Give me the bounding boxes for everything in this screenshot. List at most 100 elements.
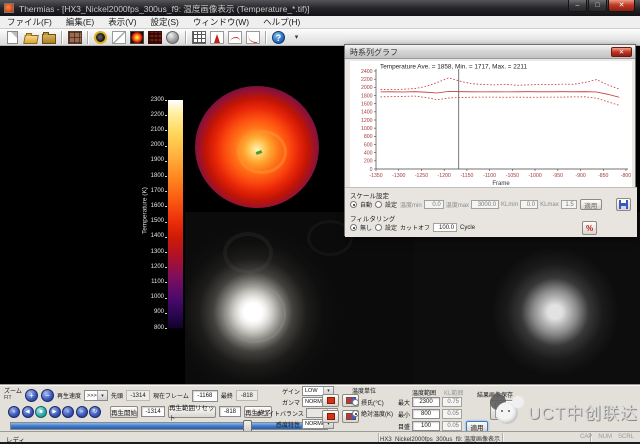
last-frame-value: -818 bbox=[236, 390, 258, 401]
step-back-button[interactable]: ◀ bbox=[22, 406, 34, 418]
skip-start-button[interactable]: « bbox=[8, 406, 20, 418]
scale-manual-label: 設定 bbox=[385, 200, 397, 209]
svg-text:2000: 2000 bbox=[361, 85, 373, 91]
scale-field-input[interactable]: 3000.0 bbox=[471, 200, 499, 209]
colorbar-label: Temperature (K) bbox=[142, 131, 151, 291]
menu-bar: ファイル(F)編集(E)表示(V)設定(S)ウィンドウ(W)ヘルプ(H) bbox=[0, 16, 640, 29]
new-file-icon[interactable] bbox=[4, 30, 21, 45]
svg-text:400: 400 bbox=[364, 150, 373, 156]
scale-field-label: KLmin bbox=[501, 202, 518, 208]
lens-icon[interactable] bbox=[92, 30, 109, 45]
svg-text:1600: 1600 bbox=[361, 101, 373, 107]
filter-set-radio[interactable] bbox=[375, 224, 382, 231]
camera-setting-label: ガンマ bbox=[256, 398, 302, 407]
minimize-button[interactable]: – bbox=[568, 0, 587, 12]
range-reset-button[interactable]: 再生範囲リセット bbox=[168, 406, 216, 418]
window-title: Thermias - [HX3_Nickel2000fps_300us_f9: … bbox=[19, 3, 310, 15]
menu-item[interactable]: ウィンドウ(W) bbox=[186, 16, 256, 28]
first-frame-value: -1314 bbox=[126, 390, 150, 401]
menu-item[interactable]: 編集(E) bbox=[59, 16, 101, 28]
filter-icon-button[interactable]: % bbox=[582, 221, 597, 235]
stop-button[interactable]: ■ bbox=[35, 406, 47, 418]
menu-item[interactable]: 設定(S) bbox=[144, 16, 186, 28]
sphere-icon bbox=[166, 31, 179, 44]
filter-none-radio[interactable] bbox=[350, 224, 357, 231]
step-forward-button[interactable]: › bbox=[62, 406, 74, 418]
series-ave-line bbox=[381, 91, 620, 97]
app-icon bbox=[4, 3, 14, 13]
toolbar-options-caret: ▾ bbox=[293, 31, 301, 44]
close-button[interactable]: ✕ bbox=[608, 0, 635, 12]
scale-field-input[interactable]: 0.0 bbox=[520, 200, 538, 209]
thermal-image-icon[interactable] bbox=[128, 30, 145, 45]
camera-setting-label: ホワイトバランス bbox=[256, 409, 306, 418]
svg-text:-1150: -1150 bbox=[460, 173, 473, 179]
sphere-icon[interactable] bbox=[164, 30, 181, 45]
loop-button[interactable]: ↻ bbox=[89, 406, 101, 418]
watermark-logo-ear bbox=[512, 396, 524, 408]
svg-text:2200: 2200 bbox=[361, 77, 373, 83]
play-button[interactable]: ▶ bbox=[49, 406, 61, 418]
graph-window-titlebar[interactable]: 時系列グラフ ✕ bbox=[345, 45, 635, 59]
toolbar-options-caret[interactable]: ▾ bbox=[288, 30, 305, 45]
colorbar-tick-label: 900 bbox=[138, 309, 164, 315]
line-chart-icon[interactable] bbox=[226, 30, 243, 45]
maximize-button[interactable]: □ bbox=[588, 0, 607, 12]
play-speed-dropdown[interactable]: >>> bbox=[84, 390, 108, 401]
kl-目盛-field: 0.05 bbox=[442, 421, 462, 431]
play-start-button[interactable]: 再生開始 bbox=[110, 406, 138, 418]
play-end-input[interactable]: -818 bbox=[219, 406, 241, 417]
display-red-button-bottom[interactable] bbox=[322, 410, 339, 423]
scale-manual-radio[interactable] bbox=[375, 201, 382, 208]
skip-end-button[interactable]: » bbox=[76, 406, 88, 418]
colorbar-tick bbox=[165, 282, 167, 283]
temp-目盛-input[interactable]: 100 bbox=[412, 421, 440, 431]
pattern-icon[interactable] bbox=[146, 30, 163, 45]
play-speed-label: 再生速度 bbox=[57, 391, 81, 400]
temperature-chart[interactable]: 0200400600800100012001400160018002000220… bbox=[350, 61, 632, 187]
colorbar-tick bbox=[165, 298, 167, 299]
play-start-input[interactable]: -1314 bbox=[141, 406, 165, 417]
cutoff-label: カットオフ bbox=[400, 223, 430, 232]
kl-range-header: KL範囲 bbox=[444, 388, 463, 397]
first-frame-label: 先頭 bbox=[111, 391, 123, 400]
image-icon[interactable] bbox=[110, 30, 127, 45]
temp-最小-input[interactable]: 800 bbox=[412, 409, 440, 419]
menu-item[interactable]: ファイル(F) bbox=[0, 16, 59, 28]
folder-icon[interactable] bbox=[40, 30, 57, 45]
curve-chart-icon[interactable] bbox=[244, 30, 261, 45]
histogram-icon[interactable] bbox=[208, 30, 225, 45]
temp-最大-input[interactable]: 2300 bbox=[412, 397, 440, 407]
current-frame-input[interactable]: -1168 bbox=[192, 390, 218, 402]
toolbar-separator bbox=[87, 31, 89, 44]
histogram-icon bbox=[210, 31, 224, 44]
graph-window-close-button[interactable]: ✕ bbox=[611, 47, 632, 57]
help-icon[interactable]: ? bbox=[270, 30, 287, 45]
scale-auto-radio[interactable] bbox=[350, 201, 357, 208]
cutoff-input[interactable]: 100.0 bbox=[433, 223, 457, 232]
scale-field-input[interactable]: 1.5 bbox=[561, 200, 577, 209]
lock-flag-scrl: SCRL bbox=[618, 434, 634, 440]
menu-item[interactable]: 表示(V) bbox=[101, 16, 143, 28]
film-sequence-icon[interactable] bbox=[66, 30, 83, 45]
scale-field-label: 温度max bbox=[446, 200, 469, 209]
grid-table-icon[interactable] bbox=[190, 30, 207, 45]
toolbar-separator bbox=[185, 31, 187, 44]
display-red-button-top[interactable] bbox=[322, 394, 339, 407]
thermal-image-view[interactable] bbox=[195, 86, 319, 208]
open-folder-icon[interactable] bbox=[22, 30, 39, 45]
zoom-in-button[interactable]: + bbox=[25, 389, 38, 402]
colorbar-tick bbox=[165, 191, 167, 192]
last-frame-label: 最終 bbox=[221, 391, 233, 400]
scale-apply-button[interactable]: 適用 bbox=[580, 199, 602, 210]
svg-text:1400: 1400 bbox=[361, 110, 373, 116]
menu-item[interactable]: ヘルプ(H) bbox=[256, 16, 307, 28]
grayscale-camera-view-right[interactable] bbox=[415, 212, 640, 384]
grayscale-camera-view-left[interactable] bbox=[185, 212, 415, 384]
status-bar: レディ HX3_Nickel2000fps_300us_f9: 温度画像表示 C… bbox=[0, 431, 640, 442]
save-graph-button[interactable] bbox=[616, 198, 631, 211]
zoom-out-button[interactable]: − bbox=[41, 389, 54, 402]
scale-field-input[interactable]: 0.0 bbox=[424, 200, 444, 209]
line-chart-icon bbox=[228, 31, 242, 44]
radio-icon bbox=[352, 399, 359, 406]
